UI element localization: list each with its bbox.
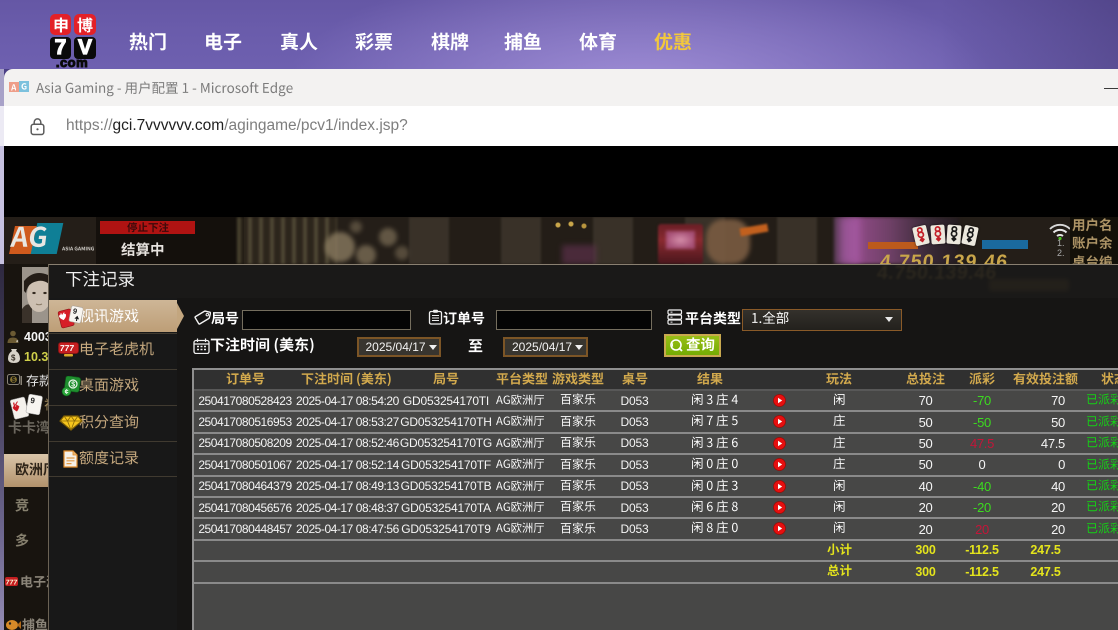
svg-text:777: 777 <box>59 343 74 353</box>
svg-text:*: * <box>16 340 19 345</box>
svg-text:777: 777 <box>5 579 17 586</box>
svg-text:$: $ <box>71 382 75 389</box>
svg-text:$: $ <box>11 353 16 362</box>
svg-text:¢: ¢ <box>65 389 69 396</box>
svg-text:$: $ <box>12 377 16 384</box>
